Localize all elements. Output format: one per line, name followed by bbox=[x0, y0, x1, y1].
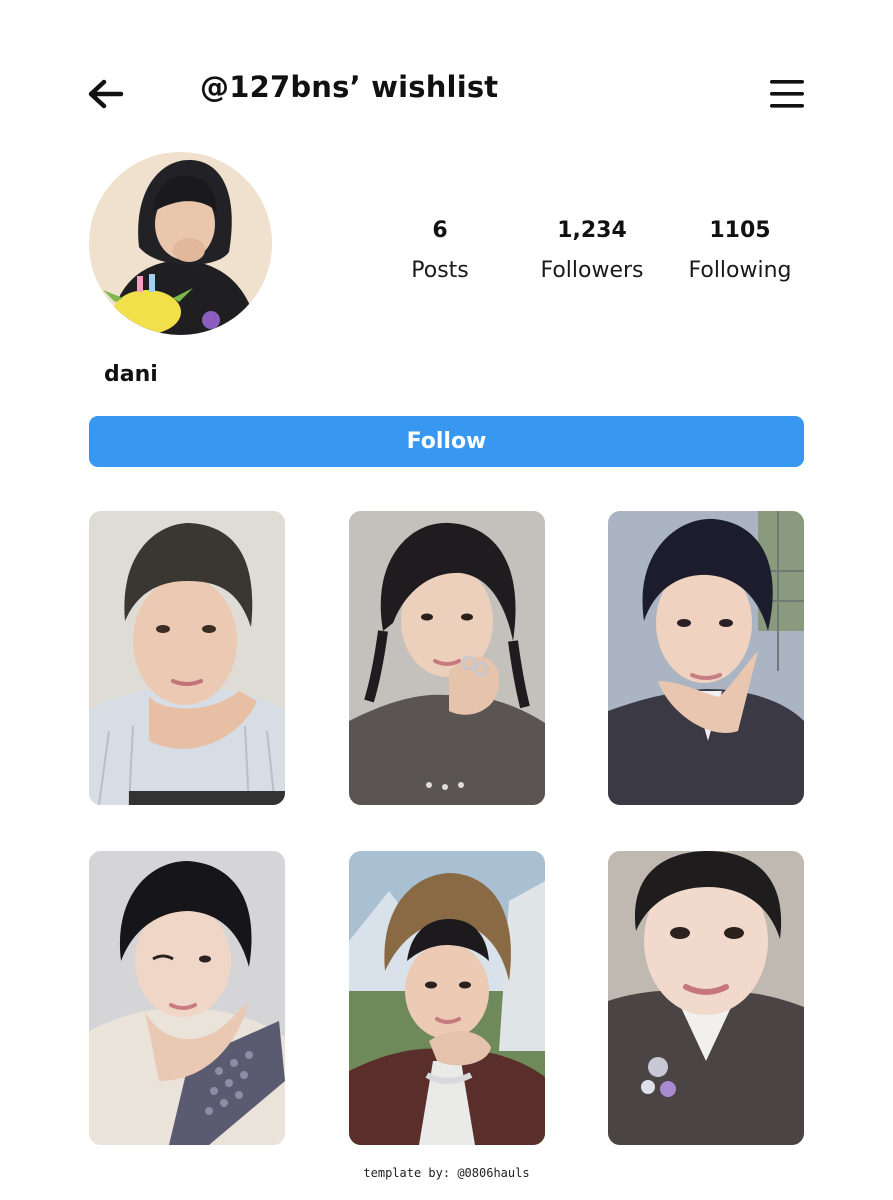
post-thumbnail[interactable] bbox=[349, 851, 545, 1145]
post-thumbnail[interactable] bbox=[608, 851, 804, 1145]
posts-label: Posts bbox=[411, 258, 469, 283]
post-photo bbox=[349, 851, 545, 1145]
post-photo bbox=[349, 511, 545, 805]
follow-button[interactable]: Follow bbox=[89, 416, 804, 467]
post-photo bbox=[89, 851, 285, 1145]
post-photo bbox=[89, 511, 285, 805]
post-thumbnail[interactable] bbox=[89, 511, 285, 805]
post-thumbnail[interactable] bbox=[608, 511, 804, 805]
stat-posts[interactable]: 6 Posts bbox=[360, 214, 520, 283]
post-photo bbox=[608, 511, 804, 805]
post-photo bbox=[608, 851, 804, 1145]
profile-username: dani bbox=[104, 362, 158, 387]
post-thumbnail[interactable] bbox=[89, 851, 285, 1145]
page-title: @127bns’ wishlist bbox=[200, 70, 499, 104]
avatar[interactable] bbox=[89, 152, 272, 335]
back-button[interactable] bbox=[84, 74, 126, 114]
template-credit: template by: @0806hauls bbox=[363, 1166, 530, 1180]
stat-followers[interactable]: 1,234 Followers bbox=[512, 214, 672, 283]
stat-following[interactable]: 1105 Following bbox=[660, 214, 820, 283]
hamburger-menu-icon bbox=[770, 80, 804, 108]
following-label: Following bbox=[688, 258, 792, 283]
followers-label: Followers bbox=[540, 258, 644, 283]
menu-button[interactable] bbox=[768, 77, 806, 111]
following-count: 1105 bbox=[709, 218, 771, 243]
followers-count: 1,234 bbox=[557, 218, 627, 243]
avatar-photo bbox=[89, 152, 272, 335]
post-thumbnail[interactable] bbox=[349, 511, 545, 805]
arrow-left-icon bbox=[88, 79, 124, 109]
posts-count: 6 bbox=[432, 218, 448, 243]
